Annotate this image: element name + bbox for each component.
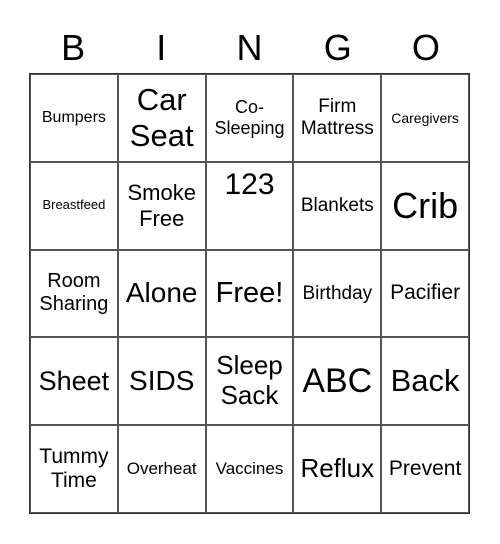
cell-label: 123 <box>224 168 275 202</box>
bingo-cell[interactable]: Crib <box>381 161 469 250</box>
bingo-cell[interactable]: Alone <box>117 249 206 338</box>
bingo-cell[interactable]: ABC <box>293 337 382 426</box>
cell-label: Sleep Sack <box>216 350 283 411</box>
bingo-cell[interactable]: Breastfeed <box>30 161 118 250</box>
header-letter-n: N <box>236 27 263 68</box>
header-letter-g: G <box>323 27 352 68</box>
bingo-cell[interactable]: Birthday <box>293 249 382 338</box>
bingo-cell[interactable]: Free! <box>205 249 294 338</box>
cell-label: Back <box>390 363 460 399</box>
bingo-header: B I N G O <box>29 26 470 70</box>
bingo-cell[interactable]: Pacifier <box>381 249 469 338</box>
bingo-cell[interactable]: Sleep Sack <box>205 337 294 426</box>
cell-label: Car Seat <box>129 82 194 153</box>
bingo-cell[interactable]: Overheat <box>117 425 206 513</box>
bingo-cell[interactable]: 123 <box>205 161 294 250</box>
cell-label: Birthday <box>302 282 373 304</box>
cell-label: ABC <box>302 361 373 400</box>
cell-label: Bumpers <box>41 108 106 126</box>
cell-label: Pacifier <box>390 281 461 305</box>
cell-label: Reflux <box>300 453 375 484</box>
cell-label: Caregivers <box>391 109 459 126</box>
bingo-cell[interactable]: Vaccines <box>205 425 294 513</box>
cell-label: Co-Sleeping <box>214 97 285 138</box>
cell-label: Room Sharing <box>39 270 109 316</box>
bingo-cell[interactable]: Reflux <box>293 425 382 513</box>
cell-label: Sheet <box>38 365 110 396</box>
cell-label: Breastfeed <box>42 197 106 213</box>
bingo-cell[interactable]: SIDS <box>117 337 206 426</box>
header-letter-o: O <box>411 27 440 68</box>
bingo-cell[interactable]: Room Sharing <box>30 249 118 338</box>
cell-label: Free! <box>215 276 284 309</box>
cell-label: Prevent <box>388 457 462 481</box>
bingo-cell[interactable]: Tummy Time <box>30 425 118 513</box>
bingo-cell[interactable]: Sheet <box>30 337 118 426</box>
cell-label: Firm Mattress <box>300 96 374 139</box>
cell-label: Crib <box>392 185 459 226</box>
bingo-grid: Bumpers Car Seat Co-Sleeping Firm Mattress C… <box>29 73 470 514</box>
bingo-cell[interactable]: Smoke Free <box>117 161 206 250</box>
header-letter-i: I <box>156 27 167 68</box>
bingo-cell[interactable]: Co-Sleeping <box>205 74 294 162</box>
bingo-cell[interactable]: Bumpers <box>30 74 118 162</box>
header-letter-b: B <box>61 27 86 68</box>
bingo-cell[interactable]: Caregivers <box>381 74 469 162</box>
cell-label: SIDS <box>129 365 195 397</box>
bingo-cell[interactable]: Prevent <box>381 425 469 513</box>
bingo-cell[interactable]: Car Seat <box>117 74 206 162</box>
cell-label: Tummy Time <box>39 444 109 493</box>
cell-label: Smoke Free <box>127 180 196 231</box>
cell-label: Vaccines <box>215 459 284 479</box>
bingo-cell[interactable]: Back <box>381 337 469 426</box>
cell-label: Alone <box>125 277 198 309</box>
cell-label: Overheat <box>126 459 197 479</box>
bingo-cell[interactable]: Firm Mattress <box>293 74 382 162</box>
cell-label: Blankets <box>300 194 374 216</box>
bingo-cell[interactable]: Blankets <box>293 161 382 250</box>
